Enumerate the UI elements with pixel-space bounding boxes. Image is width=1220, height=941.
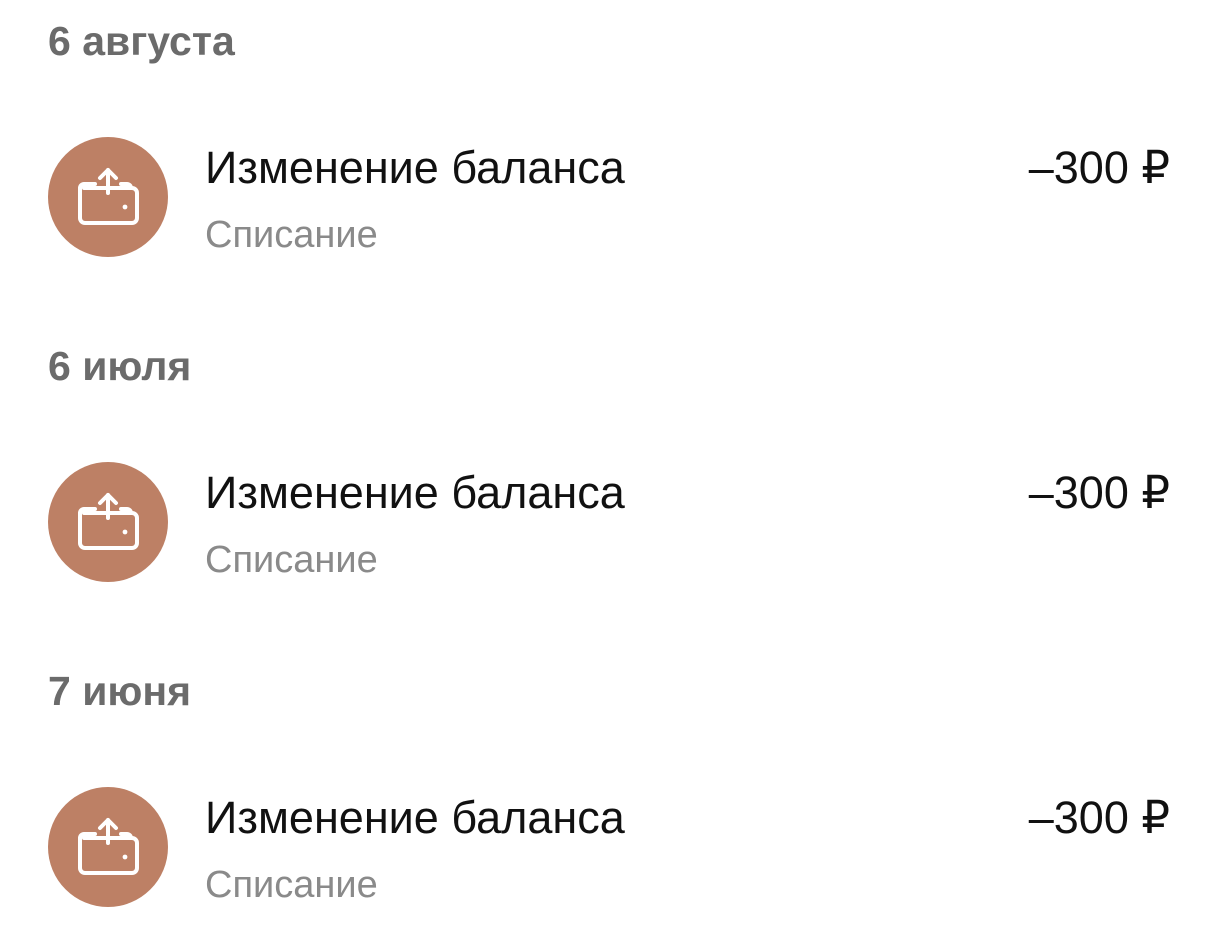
transaction-title: Изменение баланса bbox=[205, 792, 625, 843]
transaction-row[interactable]: Изменение баланса Списание –300 ₽ bbox=[0, 120, 1220, 270]
transaction-title: Изменение баланса bbox=[205, 467, 625, 518]
transaction-amount: –300 ₽ bbox=[1028, 142, 1170, 193]
transaction-subtitle: Списание bbox=[205, 214, 378, 256]
transaction-subtitle: Списание bbox=[205, 539, 378, 581]
transaction-subtitle: Списание bbox=[205, 864, 378, 906]
transaction-amount: –300 ₽ bbox=[1028, 792, 1170, 843]
transaction-history-list: 6 августа Изменение баланса Списание –30… bbox=[0, 0, 1220, 941]
transaction-title: Изменение баланса bbox=[205, 142, 625, 193]
transaction-amount: –300 ₽ bbox=[1028, 467, 1170, 518]
wallet-withdraw-icon bbox=[48, 462, 168, 582]
transaction-row[interactable]: Изменение баланса Списание –300 ₽ bbox=[0, 770, 1220, 920]
wallet-withdraw-icon bbox=[48, 137, 168, 257]
transaction-row[interactable]: Изменение баланса Списание –300 ₽ bbox=[0, 445, 1220, 595]
date-header: 6 июля bbox=[48, 343, 192, 389]
wallet-withdraw-icon bbox=[48, 787, 168, 907]
date-header: 7 июня bbox=[48, 668, 192, 714]
date-header: 6 августа bbox=[48, 18, 235, 64]
